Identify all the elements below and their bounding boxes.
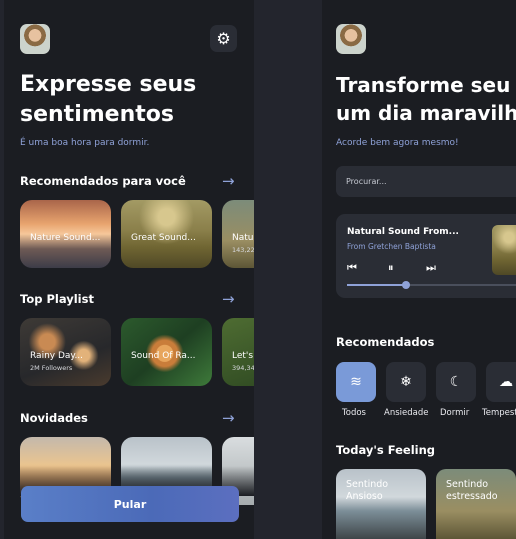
progress-track[interactable] bbox=[347, 281, 516, 289]
card-title: Sound Of Ra... bbox=[131, 351, 196, 361]
page-title-line-2: sentimentos bbox=[20, 102, 174, 127]
section-title-todays-feeling: Today's Feeling bbox=[336, 443, 436, 457]
card-title: Let's bbox=[232, 351, 254, 361]
page-title-line-2: um dia maravilhoso bbox=[336, 101, 516, 125]
card-title: Nature Sound... bbox=[30, 233, 101, 243]
arrow-right-icon[interactable]: → bbox=[222, 173, 235, 189]
skip-forward-icon[interactable]: ⏭ bbox=[426, 261, 436, 275]
onboarding-screen: ⚙ Expresse seus sentimentos É uma boa ho… bbox=[4, 0, 254, 539]
snowflake-icon: ❄ bbox=[400, 374, 412, 390]
feeling-card-anxious[interactable]: Sentindo Ansioso bbox=[336, 469, 426, 539]
card-subtitle: 394,34... bbox=[232, 364, 254, 372]
page-subtitle: É uma boa hora para dormir. bbox=[20, 138, 150, 148]
player-artist: From Gretchen Baptista bbox=[347, 242, 436, 251]
card-great-sound[interactable]: Great Sound... bbox=[121, 200, 212, 268]
playlist-rainy-day[interactable]: Rainy Day... 2M Followers bbox=[20, 318, 111, 386]
feeling-card-stressed[interactable]: Sentindo estressado bbox=[436, 469, 516, 539]
playlist-lets-partial[interactable]: Let's 394,34... bbox=[222, 318, 254, 386]
card-nature-partial[interactable]: Natu 143,22... bbox=[222, 200, 254, 268]
category-todos[interactable]: ≋ bbox=[336, 362, 376, 402]
card-title: Rainy Day... bbox=[30, 351, 84, 361]
pause-icon[interactable]: ⏸ bbox=[388, 261, 394, 275]
category-label: Todos bbox=[342, 408, 366, 418]
track-artwork bbox=[492, 225, 516, 275]
page-subtitle: Acorde bem agora mesmo! bbox=[336, 138, 459, 148]
player-track-title: Natural Sound From... bbox=[347, 227, 459, 237]
moon-icon: ☾ bbox=[449, 374, 463, 390]
user-avatar[interactable] bbox=[20, 24, 50, 54]
card-subtitle: 143,22... bbox=[232, 246, 254, 254]
feeling-card-text: Sentindo estressado bbox=[446, 479, 498, 502]
page-title-line-1: Transforme seu dia bbox=[336, 73, 516, 97]
search-input[interactable]: Procurar... bbox=[336, 166, 516, 197]
skip-button[interactable]: Pular bbox=[21, 486, 239, 522]
section-title-recommended: Recomendados para você bbox=[20, 174, 186, 188]
feeling-card-text: Sentindo Ansioso bbox=[346, 479, 389, 502]
section-title-top-playlist: Top Playlist bbox=[20, 292, 94, 306]
progress-fill bbox=[347, 284, 407, 286]
progress-handle[interactable] bbox=[402, 281, 411, 289]
card-title: Natu bbox=[232, 233, 254, 243]
section-title-recomendados: Recomendados bbox=[336, 335, 435, 349]
card-subtitle: 2M Followers bbox=[30, 364, 73, 372]
category-label: Dormir bbox=[440, 408, 470, 418]
cloud-rain-icon: ☁ bbox=[499, 374, 513, 390]
category-ansiedade[interactable]: ❄ bbox=[386, 362, 426, 402]
category-label: Ansiedade bbox=[384, 408, 429, 418]
category-dormir[interactable]: ☾ bbox=[436, 362, 476, 402]
waves-icon: ≋ bbox=[350, 374, 362, 390]
category-label: Tempest bbox=[482, 408, 516, 418]
gear-icon[interactable]: ⚙ bbox=[210, 25, 237, 52]
arrow-right-icon[interactable]: → bbox=[222, 291, 235, 307]
section-title-novidades: Novidades bbox=[20, 411, 88, 425]
card-title: Great Sound... bbox=[131, 233, 196, 243]
home-screen: Transforme seu dia um dia maravilhoso Ac… bbox=[322, 0, 516, 539]
card-nature-sound[interactable]: Nature Sound... bbox=[20, 200, 111, 268]
arrow-right-icon[interactable]: → bbox=[222, 410, 235, 426]
user-avatar[interactable] bbox=[336, 24, 366, 54]
mini-player[interactable]: Natural Sound From... From Gretchen Bapt… bbox=[336, 214, 516, 298]
page-title-line-1: Expresse seus bbox=[20, 72, 197, 97]
category-tempestade[interactable]: ☁ bbox=[486, 362, 516, 402]
playlist-sound-of-rain[interactable]: Sound Of Ra... bbox=[121, 318, 212, 386]
skip-back-icon[interactable]: ⏮ bbox=[347, 261, 357, 275]
